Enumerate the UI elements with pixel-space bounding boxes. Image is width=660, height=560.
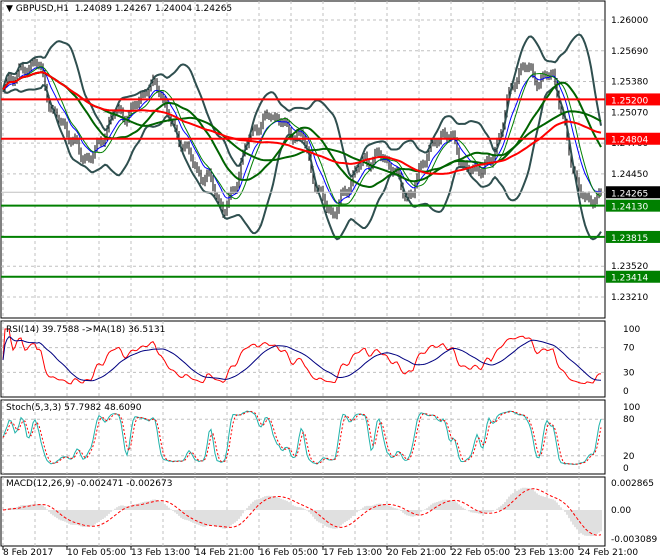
- ohlc-readout: 1.24089 1.24267 1.24004 1.24265: [74, 4, 233, 14]
- time-axis-tick: 14 Feb 21:00: [195, 548, 254, 558]
- level-label: 1.24130: [611, 203, 648, 213]
- price-axis-tick: 1.26000: [611, 16, 648, 26]
- price-axis-tick: 1.25690: [611, 47, 648, 57]
- collapse-triangle-icon[interactable]: ▼: [6, 4, 13, 14]
- rsi-line: [2, 328, 602, 385]
- level-label: 1.25200: [611, 96, 648, 106]
- time-axis-tick: 8 Feb 2017: [3, 548, 53, 558]
- price-axis-tick: 1.23520: [611, 262, 648, 272]
- stoch-title: Stoch(5,3,3) 57.7982 48.6090: [6, 403, 142, 413]
- time-axis-tick: 23 Feb 13:00: [515, 548, 574, 558]
- time-axis-tick: 17 Feb 13:00: [323, 548, 382, 558]
- stoch-axis-tick: 0: [623, 464, 629, 474]
- price-axis-tick: 1.24450: [611, 170, 648, 180]
- rsi-ma-line: [2, 336, 602, 382]
- macd-axis-tick: -0.003089: [611, 535, 657, 545]
- last-price-label: 1.24265: [611, 189, 648, 199]
- macd-axis-tick: 0.00: [611, 506, 631, 516]
- time-axis-tick: 20 Feb 21:00: [387, 548, 446, 558]
- level-label: 1.23815: [611, 234, 648, 244]
- price-axis-tick: 1.25070: [611, 108, 648, 118]
- macd-axis-tick: 0.002865: [611, 479, 654, 489]
- rsi-axis-tick: 0: [623, 387, 629, 397]
- level-label: 1.24804: [611, 136, 648, 146]
- symbol-label: GBPUSD,H1: [15, 4, 69, 14]
- time-axis-tick: 13 Feb 13:00: [131, 548, 190, 558]
- time-axis-tick: 24 Feb 21:00: [579, 548, 638, 558]
- time-axis-tick: 10 Feb 05:00: [67, 548, 126, 558]
- time-axis-tick: 16 Feb 05:00: [259, 548, 318, 558]
- rsi-axis-tick: 100: [623, 325, 640, 335]
- stoch-axis-tick: 80: [623, 415, 635, 425]
- rsi-axis-tick: 70: [623, 344, 635, 354]
- price-axis-tick: 1.25380: [611, 78, 648, 88]
- chart-canvas[interactable]: 1.260001.256901.253801.250701.247601.244…: [0, 0, 660, 560]
- chart-header: ▼ GBPUSD,H1 1.24089 1.24267 1.24004 1.24…: [6, 4, 232, 14]
- stoch-axis-tick: 20: [623, 452, 635, 462]
- pane-border-0: [0, 0, 606, 319]
- rsi-axis-tick: 30: [623, 368, 635, 378]
- rsi-title: RSI(14) 39.7588 ->MA(18) 36.5131: [6, 325, 166, 335]
- level-label: 1.23414: [611, 274, 648, 284]
- price-axis-tick: 1.23210: [611, 293, 648, 303]
- time-axis-tick: 22 Feb 05:00: [451, 548, 510, 558]
- macd-title: MACD(12,26,9) -0.002471 -0.002673: [6, 479, 173, 489]
- stoch-axis-tick: 100: [623, 403, 640, 413]
